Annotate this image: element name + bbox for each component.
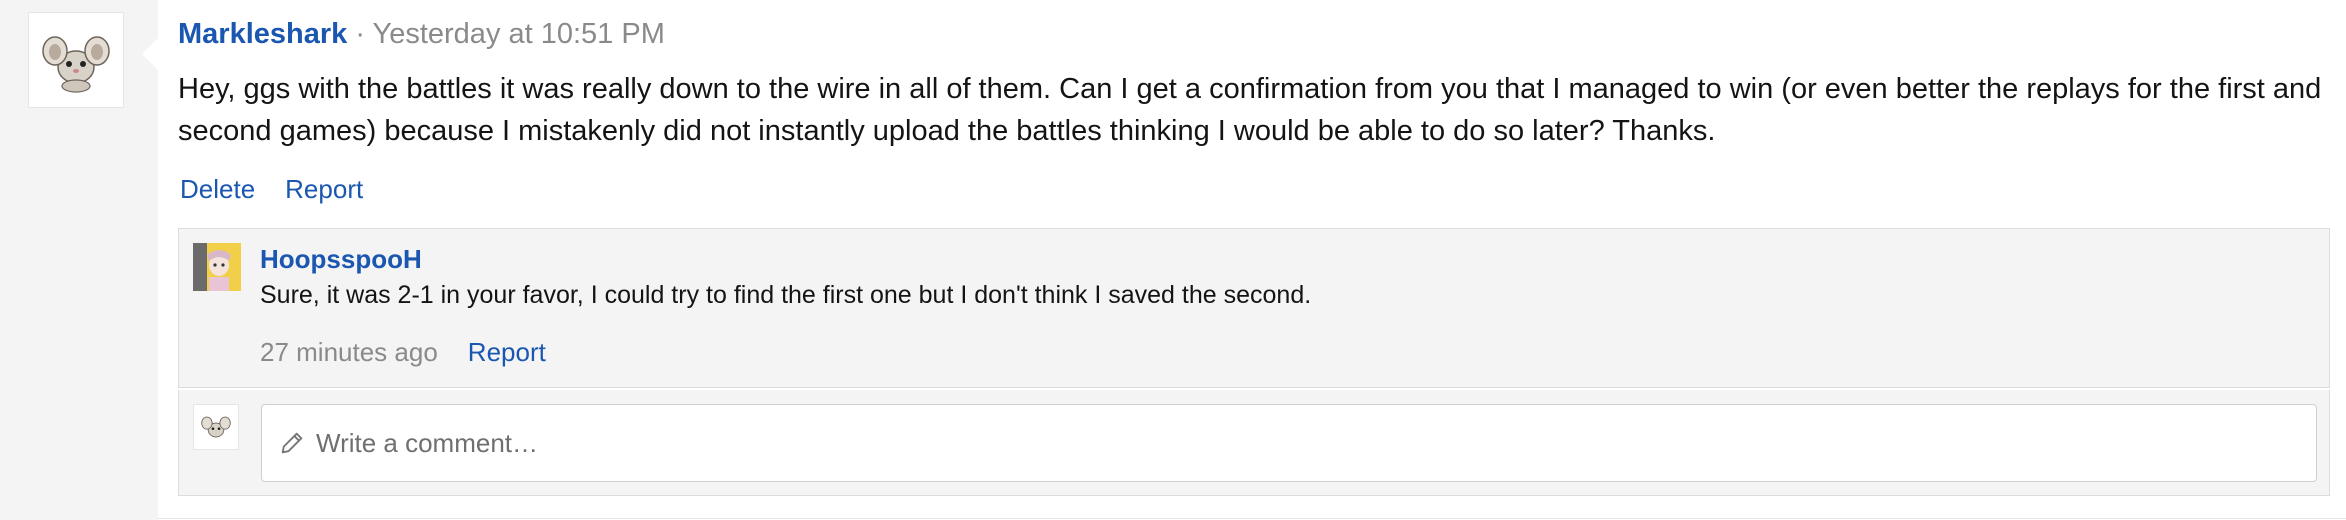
comment-panel: Write a comment… xyxy=(178,390,2330,496)
author-avatar[interactable] xyxy=(28,12,124,108)
header-separator: · xyxy=(347,18,373,50)
message-timestamp[interactable]: Yesterday at 10:51 PM xyxy=(373,18,665,50)
delete-button[interactable]: Delete xyxy=(180,174,255,204)
speech-pointer xyxy=(142,38,158,70)
current-user-avatar xyxy=(193,404,239,450)
pencil-icon xyxy=(281,432,303,454)
message-header: Markleshark · Yesterday at 10:51 PM xyxy=(178,16,665,52)
comment-placeholder: Write a comment… xyxy=(316,427,539,458)
reply-meta: 27 minutes ago Report xyxy=(260,335,546,369)
user-avatar-icon xyxy=(193,243,241,291)
reply-panel: HoopsspooH Sure, it was 2-1 in your favo… xyxy=(178,228,2330,388)
pokemon-avatar-icon xyxy=(42,36,110,93)
divider xyxy=(158,518,2346,519)
reply-text: Sure, it was 2-1 in your favor, I could … xyxy=(260,281,1312,309)
reply-avatar[interactable] xyxy=(193,243,241,291)
comment-input[interactable]: Write a comment… xyxy=(261,404,2317,482)
message-body: Hey, ggs with the battles it was really … xyxy=(178,73,2322,147)
reply-timestamp[interactable]: 27 minutes ago xyxy=(260,337,438,367)
message-author-link[interactable]: Markleshark xyxy=(178,18,347,50)
message-actions: Delete Report xyxy=(180,172,393,206)
pokemon-avatar-icon xyxy=(201,416,231,438)
report-button[interactable]: Report xyxy=(285,174,363,204)
reply-author-link[interactable]: HoopsspooH xyxy=(260,243,422,275)
reply-report-button[interactable]: Report xyxy=(468,337,546,367)
